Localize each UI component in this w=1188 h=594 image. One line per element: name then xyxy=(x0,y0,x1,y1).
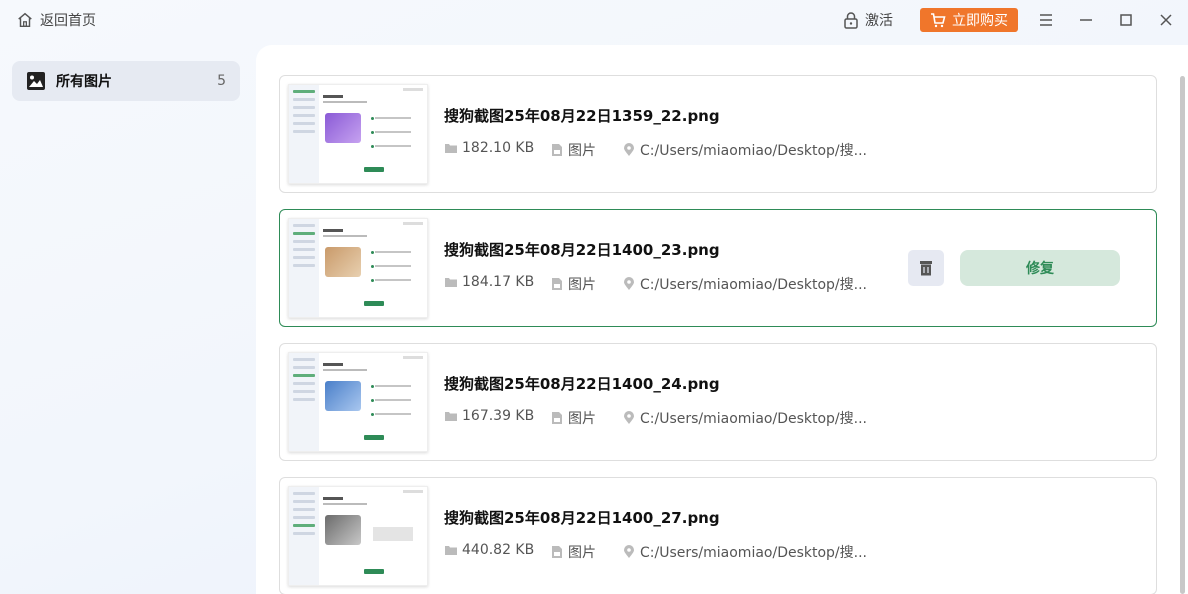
file-size-icon xyxy=(445,546,457,555)
file-type-icon xyxy=(552,546,562,558)
file-type-value: 图片 xyxy=(568,545,596,561)
menu-button[interactable] xyxy=(1036,10,1056,30)
buy-now-button[interactable]: 立即购买 xyxy=(920,8,1018,32)
file-size: 182.10 KB xyxy=(444,140,534,156)
file-card[interactable]: 搜狗截图25年08月22日1400_27.png 440.82 KB 图片 C:… xyxy=(279,477,1157,594)
file-size-value: 182.10 KB xyxy=(462,140,535,156)
location-pin-icon xyxy=(624,545,634,558)
file-card[interactable]: 搜狗截图25年08月22日1359_22.png 182.10 KB 图片 C:… xyxy=(279,75,1157,193)
file-size: 184.17 KB xyxy=(444,274,534,290)
file-path: C:/Users/miaomiao/Desktop/搜... xyxy=(622,274,867,294)
file-thumbnail xyxy=(288,352,428,452)
location-pin-icon xyxy=(624,143,634,156)
maximize-icon xyxy=(1120,14,1132,26)
back-home-label: 返回首页 xyxy=(40,13,96,29)
file-size-icon xyxy=(445,278,457,287)
file-card-selected[interactable]: 搜狗截图25年08月22日1400_23.png 184.17 KB 图片 C:… xyxy=(279,209,1157,327)
file-size: 440.82 KB xyxy=(444,542,534,558)
file-name: 搜狗截图25年08月22日1400_27.png xyxy=(444,509,720,527)
file-size-value: 184.17 KB xyxy=(462,274,535,290)
home-icon xyxy=(18,12,32,28)
file-type: 图片 xyxy=(550,140,596,160)
file-type-value: 图片 xyxy=(568,277,596,293)
delete-button[interactable] xyxy=(908,250,944,286)
file-type: 图片 xyxy=(550,542,596,562)
file-thumbnail xyxy=(288,486,428,586)
file-path: C:/Users/miaomiao/Desktop/搜... xyxy=(622,140,867,160)
file-path-value: C:/Users/miaomiao/Desktop/搜... xyxy=(640,277,867,293)
file-type: 图片 xyxy=(550,408,596,428)
minimize-icon xyxy=(1080,19,1092,21)
location-pin-icon xyxy=(624,277,634,290)
file-name: 搜狗截图25年08月22日1400_23.png xyxy=(444,241,720,259)
sidebar-item-label: 所有图片 xyxy=(56,74,112,90)
close-button[interactable] xyxy=(1156,10,1176,30)
back-home-button[interactable]: 返回首页 xyxy=(16,10,96,30)
buy-now-label: 立即购买 xyxy=(952,13,1008,29)
menu-icon xyxy=(1040,14,1052,26)
file-size-value: 440.82 KB xyxy=(462,542,535,558)
file-card[interactable]: 搜狗截图25年08月22日1400_24.png 167.39 KB 图片 C:… xyxy=(279,343,1157,461)
file-type: 图片 xyxy=(550,274,596,294)
file-name: 搜狗截图25年08月22日1400_24.png xyxy=(444,375,720,393)
title-bar: 返回首页 激活 立即购买 xyxy=(0,0,1188,42)
file-path-value: C:/Users/miaomiao/Desktop/搜... xyxy=(640,411,867,427)
file-path: C:/Users/miaomiao/Desktop/搜... xyxy=(622,542,867,562)
trash-icon xyxy=(920,261,932,276)
file-size-value: 167.39 KB xyxy=(462,408,535,424)
sidebar-item-all-images[interactable]: 所有图片 5 xyxy=(12,61,240,101)
sidebar-item-count: 5 xyxy=(217,73,226,89)
minimize-button[interactable] xyxy=(1076,10,1096,30)
file-size-icon xyxy=(445,412,457,421)
repair-button[interactable]: 修复 xyxy=(960,250,1120,286)
file-path-value: C:/Users/miaomiao/Desktop/搜... xyxy=(640,143,867,159)
file-type-icon xyxy=(552,278,562,290)
location-pin-icon xyxy=(624,411,634,424)
file-type-value: 图片 xyxy=(568,411,596,427)
file-size-icon xyxy=(445,144,457,153)
close-icon xyxy=(1160,14,1172,26)
file-thumbnail xyxy=(288,84,428,184)
file-size: 167.39 KB xyxy=(444,408,534,424)
file-thumbnail xyxy=(288,218,428,318)
file-path-value: C:/Users/miaomiao/Desktop/搜... xyxy=(640,545,867,561)
activate-button[interactable]: 激活 xyxy=(843,10,893,30)
file-type-icon xyxy=(552,144,562,156)
file-type-value: 图片 xyxy=(568,143,596,159)
file-name: 搜狗截图25年08月22日1359_22.png xyxy=(444,107,720,125)
scrollbar[interactable] xyxy=(1180,76,1185,594)
cart-icon xyxy=(931,13,946,28)
lock-icon xyxy=(844,12,858,29)
activate-label: 激活 xyxy=(865,13,893,29)
image-icon xyxy=(27,72,45,90)
file-type-icon xyxy=(552,412,562,424)
maximize-button[interactable] xyxy=(1116,10,1136,30)
file-path: C:/Users/miaomiao/Desktop/搜... xyxy=(622,408,867,428)
